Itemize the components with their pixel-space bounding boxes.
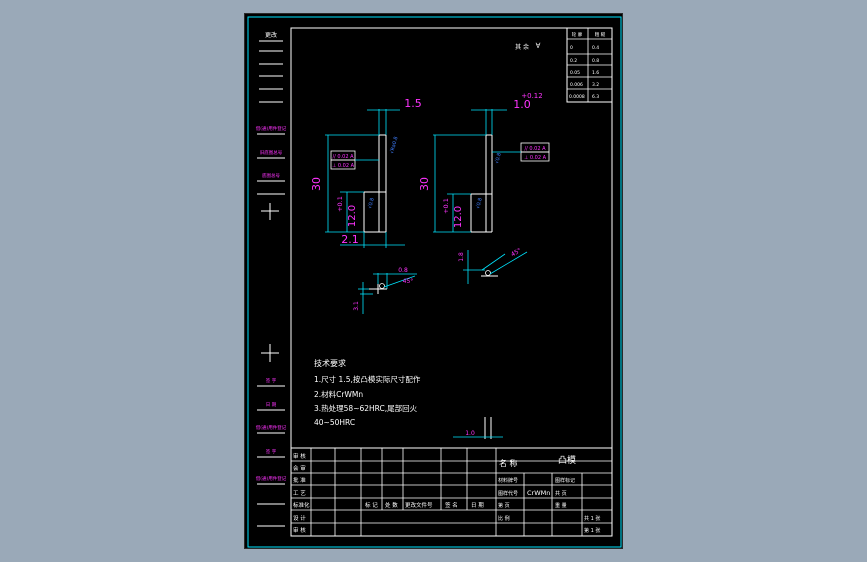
rough-a-4: 0.0008 xyxy=(569,94,585,100)
tb-part-name: 凸模 xyxy=(558,455,576,466)
drawing-sheet: 更改 借(通)用件登记 旧底图总号 底图总号 签 字 日 期 借(通)用件登记 … xyxy=(244,13,623,549)
rough-a-0: 0 xyxy=(570,45,573,51)
crosshair-bottom xyxy=(261,344,279,362)
tb-right-3: 共 页 xyxy=(555,490,567,497)
note-line-1: 1.尺寸 1.5,按凸模实际尺寸配作 xyxy=(314,374,421,384)
tb-right-2: 图样标记 xyxy=(555,477,575,484)
notes-title: 技术要求 xyxy=(314,358,346,368)
tb-sign: 签 名 xyxy=(445,501,458,509)
cad-drawing: 更改 借(通)用件登记 旧底图总号 底图总号 签 字 日 期 借(通)用件登记 … xyxy=(247,16,622,548)
rough-b-3: 3.2 xyxy=(592,82,599,88)
left-label-3: 底图总号 xyxy=(262,172,280,179)
roughness-note: 其 余 xyxy=(515,43,529,51)
dim-top-left: 1.5 xyxy=(404,97,422,110)
tol-top-right: +0.12 xyxy=(521,92,542,100)
svg-text:轮 廓: 轮 廓 xyxy=(572,31,583,38)
bottom-small-dim: 1.0 xyxy=(453,417,503,439)
tb-count: 处 数 xyxy=(385,501,398,509)
tb-right-4: 第 页 xyxy=(498,502,510,509)
rough-a-2: 0.05 xyxy=(570,70,580,76)
left-label-2: 旧底图总号 xyxy=(260,149,283,156)
rough-b-0: 0.4 xyxy=(592,45,599,51)
rough-b-4: 6.3 xyxy=(592,94,599,100)
tb-right-1: 图样代号 xyxy=(498,490,518,497)
left-strip-header: 更改 xyxy=(265,31,277,39)
note-line-2: 2.材料CrWMn xyxy=(314,389,363,399)
detail-a-top: 0.8 xyxy=(398,267,408,274)
tb-row-4: 工 艺 xyxy=(293,490,306,497)
tb-row-2: 会 审 xyxy=(293,464,306,472)
tol-left: +0.1 xyxy=(336,196,344,212)
detail-b-side: 1.8 xyxy=(458,252,465,262)
detail-a: 0.8 45° 3.1 xyxy=(353,267,417,314)
detail-a-side: 3.1 xyxy=(353,301,360,311)
tol-right: +0.1 xyxy=(442,198,450,214)
left-label-4: 签 字 xyxy=(266,377,277,384)
svg-text:√0.8: √0.8 xyxy=(494,152,503,164)
svg-text:√0.8: √0.8 xyxy=(475,197,484,209)
tb-material: CrWMn xyxy=(527,489,550,497)
tb-date: 日 期 xyxy=(471,502,484,509)
left-label-7: 签 字 xyxy=(266,448,277,455)
left-label-5: 日 期 xyxy=(266,402,277,408)
note-line-4: 40~50HRC xyxy=(314,418,355,427)
rough-a-3: 0.006 xyxy=(570,82,583,88)
technical-notes: 技术要求 1.尺寸 1.5,按凸模实际尺寸配作 2.材料CrWMn 3.热处理5… xyxy=(314,358,421,427)
dim-height-left: 30 xyxy=(310,177,323,191)
right-view: 1.0 +0.12 30 +0.1 12.0 // 0.02 A ⊥ 0.02 … xyxy=(418,92,550,233)
dim-height-right: 30 xyxy=(418,177,431,191)
note-line-3: 3.热处理58~62HRC,尾部回火 xyxy=(314,403,418,413)
rough-b-2: 1.6 xyxy=(592,70,599,76)
detail-b: 1.8 45° xyxy=(458,247,528,284)
dim-bottom-small: 1.0 xyxy=(465,430,475,437)
left-view: 1.5 30 +0.1 12.0 2.1 // 0.02 A ⊥ 0.02 A … xyxy=(310,97,422,248)
tb-row-1: 审 核 xyxy=(293,452,306,460)
tb-name-label: 名 称 xyxy=(499,458,518,468)
gdt-left-1: // 0.02 A xyxy=(332,154,354,160)
tb-row-3: 批 准 xyxy=(293,476,306,484)
sub-left: 12.0 xyxy=(347,205,358,227)
tb-row-7: 审 核 xyxy=(293,526,306,534)
title-block: 审 核 会 审 批 准 工 艺 标准化 设 计 审 核 标 记 处 数 更改文件… xyxy=(290,447,613,537)
rough-a-1: 0.2 xyxy=(570,58,577,64)
left-label-1: 借(通)用件登记 xyxy=(256,125,287,132)
left-label-8: 借(通)用件登记 xyxy=(256,475,287,482)
tb-row-6: 设 计 xyxy=(293,514,306,522)
rough-b-1: 0.8 xyxy=(592,58,599,64)
tb-small-2: 比 例 xyxy=(498,515,510,522)
detail-b-angle: 45° xyxy=(510,247,523,258)
svg-text:粗 糙: 粗 糙 xyxy=(595,31,606,38)
svg-text:√0.8: √0.8 xyxy=(367,197,376,209)
tb-small-4: 第 1 张 xyxy=(584,527,600,534)
left-strip: 更改 借(通)用件登记 旧底图总号 底图总号 签 字 日 期 借(通)用件登记 … xyxy=(256,31,287,527)
gdt-right-1: // 0.02 A xyxy=(524,146,546,152)
tb-small-1: 重 量 xyxy=(555,502,567,509)
svg-text:√Ra0.8: √Ra0.8 xyxy=(389,136,399,155)
tb-mark: 标 记 xyxy=(365,501,378,509)
gdt-right-2: ⊥ 0.02 A xyxy=(524,155,547,161)
gdt-left-2: ⊥ 0.02 A xyxy=(332,163,355,169)
left-label-6: 借(通)用件登记 xyxy=(256,424,287,431)
crosshair-top xyxy=(261,203,279,220)
tb-small-3: 共 1 张 xyxy=(584,515,600,522)
tb-material-label: 材料牌号 xyxy=(498,477,518,484)
dim-bottom-left: 2.1 xyxy=(341,233,359,246)
tb-doc: 更改文件号 xyxy=(405,501,433,509)
detail-a-angle: 45° xyxy=(403,278,414,285)
roughness-symbol-icon: ∀ xyxy=(536,42,541,50)
roughness-table: 其 余 ∀ 轮 廓 粗 糙 0 0.4 0.2 0.8 0.05 1.6 0.0… xyxy=(515,27,613,103)
sub-right: 12.0 xyxy=(453,206,464,228)
tb-row-5: 标准化 xyxy=(293,501,310,509)
